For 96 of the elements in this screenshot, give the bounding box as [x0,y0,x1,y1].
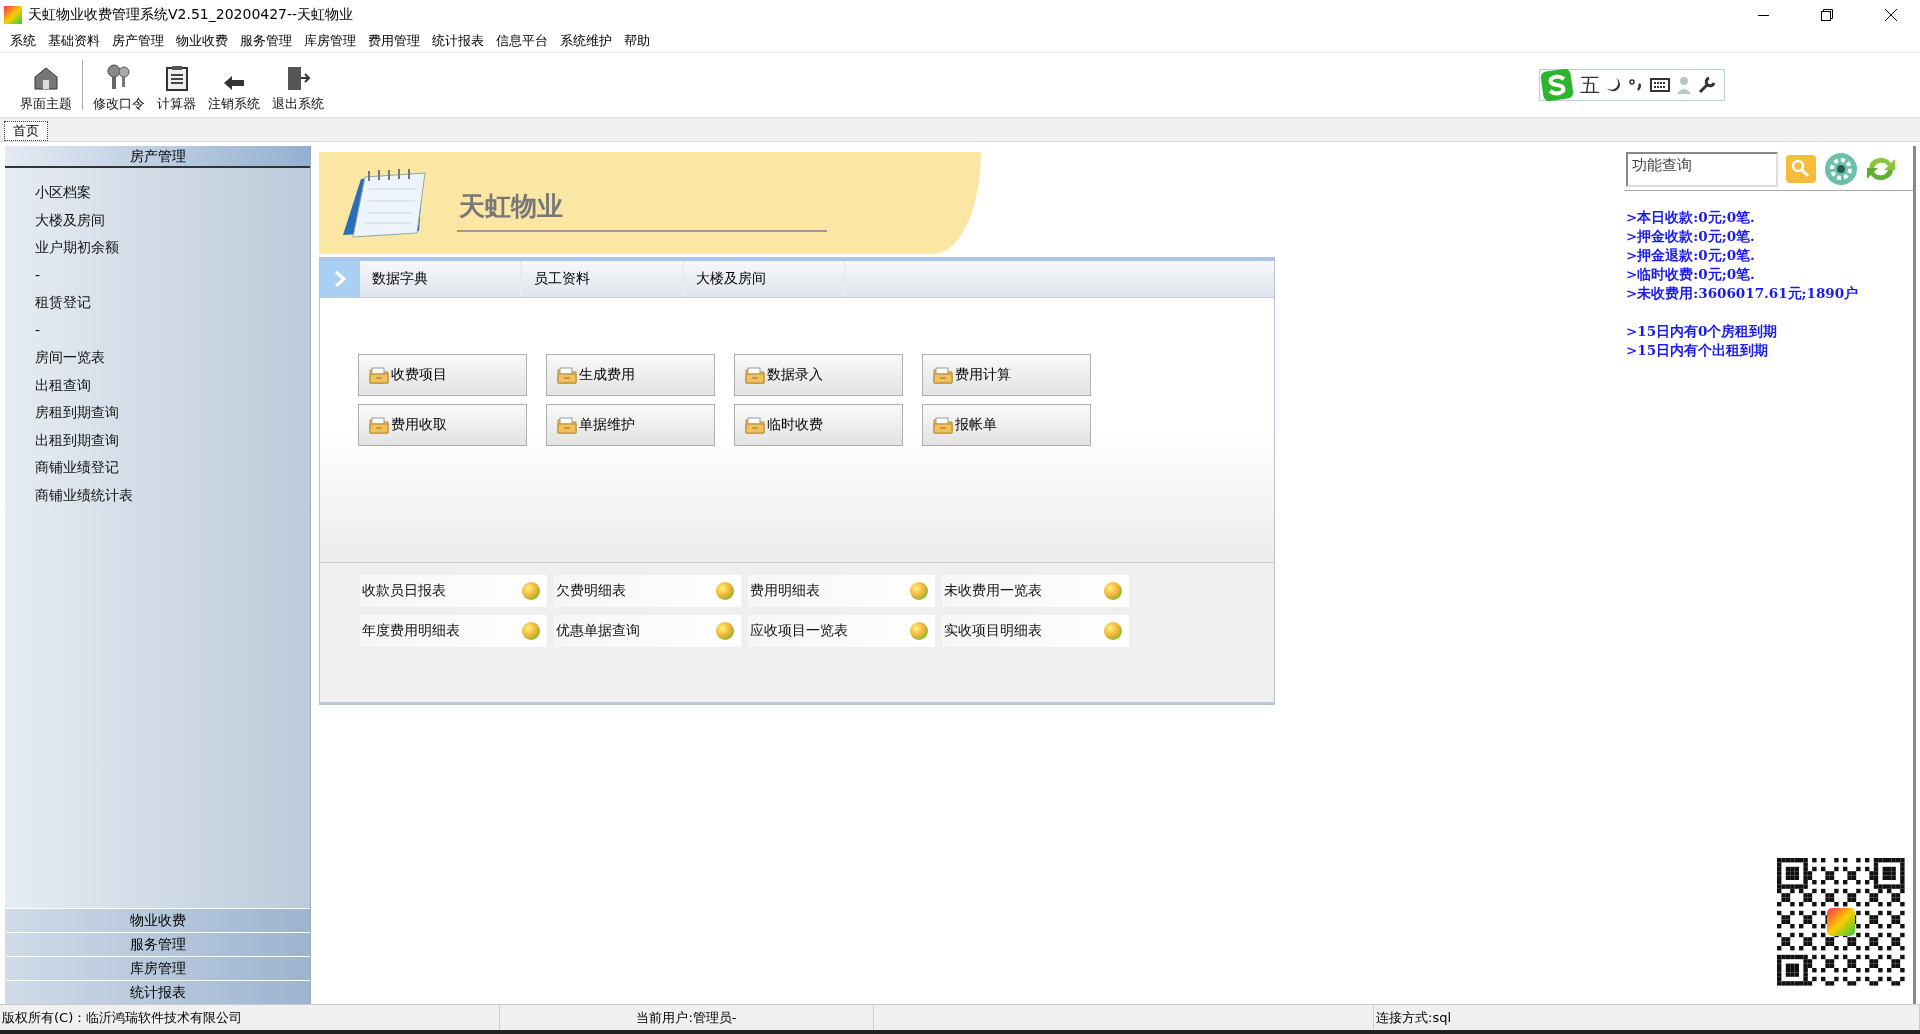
sidebar-item[interactable]: - [35,321,41,349]
door-icon [285,65,311,91]
ball-icon [715,621,735,641]
sidebar-item[interactable]: 大楼及房间 [35,211,105,239]
moon-icon[interactable] [1606,77,1622,93]
window-title: 天虹物业收费管理系统V2.51_20200427--天虹物业 [28,6,355,24]
report-link[interactable]: 优惠单据查询 [554,615,741,647]
ball-icon [521,621,541,641]
sidebar-item[interactable]: 房间一览表 [35,349,105,377]
search-field[interactable]: 功能查询 [1626,152,1778,187]
action-button[interactable]: 费用计算 [922,354,1091,396]
menu-item[interactable]: 费用管理 [364,32,428,50]
menu-item[interactable]: 库房管理 [300,32,364,50]
keyboard-icon[interactable] [1650,78,1670,92]
menu-item[interactable]: 服务管理 [236,32,300,50]
report-link[interactable]: 实收项目明细表 [942,615,1129,647]
clipboard-icon [164,65,189,91]
page-tab[interactable]: 首页 [4,121,48,141]
settings-button[interactable] [1824,152,1858,186]
input-mode-label[interactable]: 五 [1580,71,1600,99]
sidebar-item[interactable]: 出租查询 [35,376,91,404]
toolbar-button[interactable]: 退出系统 [266,55,330,115]
status-text: 连接方式:sql [1376,1009,1452,1027]
action-button[interactable]: 数据录入 [734,354,903,396]
restore-icon [1821,9,1833,21]
folder-icon [557,416,577,434]
search-icon [1786,155,1816,183]
stat-line: >押金退款:0元;0笔. [1626,247,1756,265]
house-icon [31,65,61,91]
notice-line: >15日内有0个房租到期 [1626,323,1779,341]
menu-item[interactable]: 系统维护 [556,32,620,50]
menu-item[interactable]: 系统 [6,32,44,50]
status-text: 版权所有(C)：临沂鸿瑞软件技术有限公司 [2,1009,243,1027]
folder-icon [369,366,389,384]
settings-icon [1824,152,1858,186]
menu-item[interactable]: 物业收费 [172,32,236,50]
report-link[interactable]: 应收项目一览表 [748,615,935,647]
report-link[interactable]: 年度费用明细表 [360,615,547,647]
notice-line: >15日内有个出租到期 [1626,342,1770,360]
action-button[interactable]: 临时收费 [734,404,903,446]
ball-icon [521,581,541,601]
action-button[interactable]: 单据维护 [546,404,715,446]
action-button[interactable]: 收费项目 [358,354,527,396]
toolbar-button[interactable]: 计算器 [151,55,202,115]
sidebar-section-header[interactable]: 物业收费 [5,908,310,932]
sidebar-item[interactable]: 商铺业绩登记 [35,459,119,487]
sidebar-item[interactable]: - [35,266,41,294]
toolbar-button[interactable]: 注销系统 [202,55,266,115]
minimize-icon [1757,14,1769,16]
menu-item[interactable]: 基础资料 [44,32,108,50]
stat-line: >押金收款:0元;0笔. [1626,228,1756,246]
sidebar-item[interactable]: 租赁登记 [35,294,91,322]
toolbar-button[interactable]: 修改口令 [87,55,151,115]
menu-item[interactable]: 帮助 [620,32,658,50]
menu-item[interactable]: 房产管理 [108,32,172,50]
sidebar-item[interactable]: 房租到期查询 [35,404,119,432]
left-arrow-icon [223,75,245,91]
stat-line: >本日收款:0元;0笔. [1626,209,1756,227]
sidebar-section-header[interactable]: 服务管理 [5,932,310,956]
folder-icon [745,366,765,384]
action-button[interactable]: 生成费用 [546,354,715,396]
banner-title: 天虹物业 [457,188,827,232]
report-link[interactable]: 费用明细表 [748,575,935,607]
sidebar-item[interactable]: 业户期初余额 [35,239,119,267]
sidebar-header[interactable]: 房产管理 [5,146,310,168]
report-link[interactable]: 欠费明细表 [554,575,741,607]
chevron-icon [333,270,347,288]
ball-icon [715,581,735,601]
wrench-icon[interactable] [1698,76,1716,94]
folder-icon [933,366,953,384]
sidebar-item[interactable]: 小区档案 [35,184,91,212]
status-text: 当前用户:管理员- [636,1009,737,1027]
sidebar-section-header[interactable]: 库房管理 [5,956,310,980]
folder-icon [369,416,389,434]
ball-icon [1103,581,1123,601]
report-link[interactable]: 收款员日报表 [360,575,547,607]
folder-icon [745,416,765,434]
stat-line: >临时收费:0元;0笔. [1626,266,1756,284]
app-logo-icon [4,6,22,24]
menu-item[interactable]: 统计报表 [428,32,492,50]
menu-item[interactable]: 信息平台 [492,32,556,50]
ball-icon [909,621,929,641]
folder-icon [933,416,953,434]
action-button[interactable]: 报帐单 [922,404,1091,446]
folder-icon [557,366,577,384]
sidebar-item[interactable]: 出租到期查询 [35,431,119,459]
ball-icon [909,581,929,601]
toolbar-button[interactable]: 界面主题 [14,55,78,115]
stat-line: >未收费用:3606017.61元;1890户 [1626,285,1860,303]
sidebar-item[interactable]: 商铺业绩统计表 [35,486,133,514]
action-button[interactable]: 费用收取 [358,404,527,446]
sidebar-section-header[interactable]: 统计报表 [5,980,310,1004]
punctuation-icon[interactable] [1628,77,1644,93]
report-link[interactable]: 未收费用一览表 [942,575,1129,607]
ball-icon [1103,621,1123,641]
close-icon [1885,9,1897,21]
